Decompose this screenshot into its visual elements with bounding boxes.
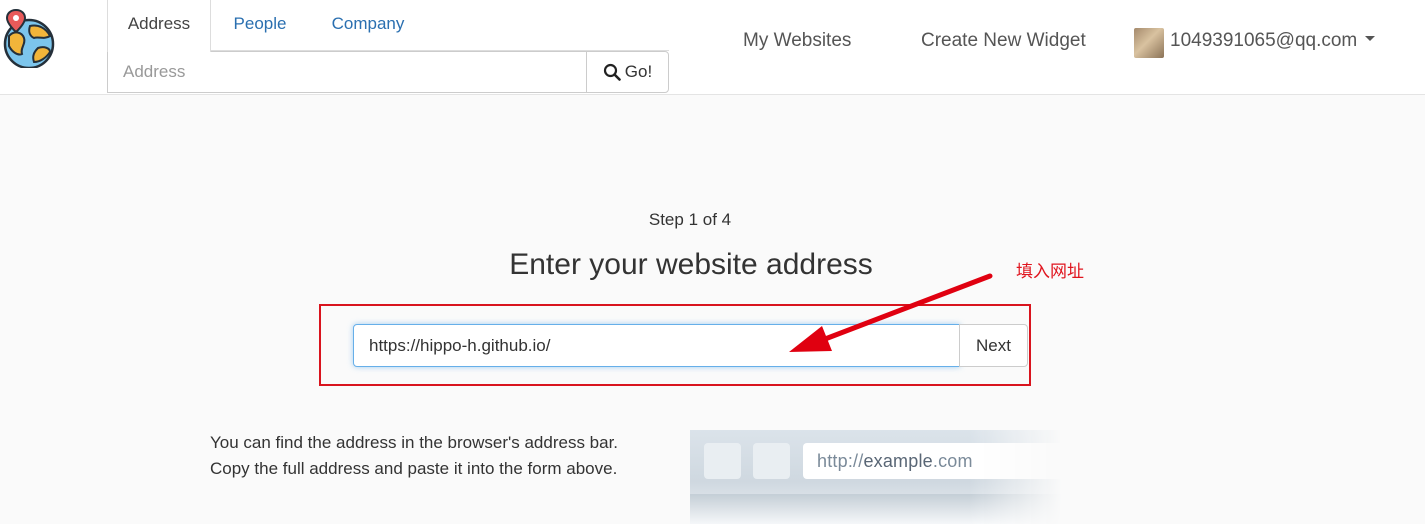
- nav-create-new-widget[interactable]: Create New Widget: [921, 30, 1086, 52]
- illustration-back-button: [704, 443, 741, 479]
- annotation-label: 填入网址: [1016, 262, 1084, 282]
- nav-my-websites[interactable]: My Websites: [743, 30, 851, 52]
- page-title: Enter your website address: [509, 248, 873, 281]
- user-email: 1049391065@qq.com: [1170, 30, 1358, 51]
- step-indicator: Step 1 of 4: [648, 210, 732, 229]
- tab-company[interactable]: Company: [309, 0, 427, 51]
- search-box: Address People Company Go!: [107, 0, 669, 93]
- user-menu[interactable]: 1049391065@qq.com: [1170, 30, 1376, 52]
- globe-logo-icon[interactable]: [0, 6, 58, 68]
- help-line-2: Copy the full address and paste it into …: [210, 459, 618, 478]
- caret-down-icon: [1365, 36, 1376, 42]
- avatar[interactable]: [1134, 28, 1164, 58]
- browser-illustration: http://example.com: [690, 430, 1062, 524]
- illustration-address-bar: http://example.com: [803, 443, 1062, 479]
- search-icon: [603, 63, 621, 81]
- help-line-1: You can find the address in the browser'…: [210, 433, 619, 452]
- search-input[interactable]: [107, 51, 587, 93]
- help-text: You can find the address in the browser'…: [210, 430, 618, 482]
- go-button[interactable]: Go!: [586, 51, 669, 93]
- illustration-page-strip: [690, 494, 1062, 524]
- tab-address[interactable]: Address: [107, 0, 211, 52]
- tab-people[interactable]: People: [211, 0, 309, 51]
- next-button[interactable]: Next: [959, 324, 1028, 367]
- go-label: Go!: [624, 62, 653, 81]
- illustration-forward-button: [753, 443, 790, 479]
- top-header: Address People Company Go! My Websites C…: [0, 0, 1425, 95]
- website-url-input[interactable]: [353, 324, 960, 367]
